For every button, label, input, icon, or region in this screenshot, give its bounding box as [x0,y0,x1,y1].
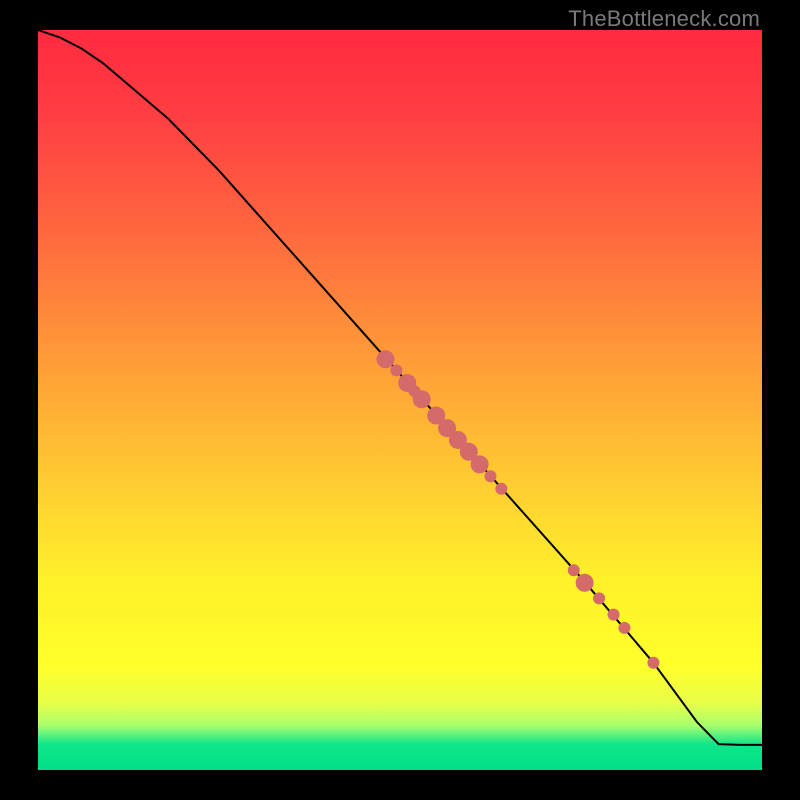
marker-point [471,455,489,473]
marker-point [576,574,594,592]
chart-frame: TheBottleneck.com [0,0,800,800]
marker-point [593,592,605,604]
marker-point [495,483,507,495]
plot-area [38,30,762,770]
marker-point [647,657,659,669]
marker-point [390,364,402,376]
marker-point [413,390,431,408]
marker-point [618,622,630,634]
chart-overlay [38,30,762,770]
watermark-text: TheBottleneck.com [568,6,760,32]
marker-point [377,350,395,368]
marker-point [568,564,580,576]
marker-point [485,470,497,482]
marker-point [608,609,620,621]
